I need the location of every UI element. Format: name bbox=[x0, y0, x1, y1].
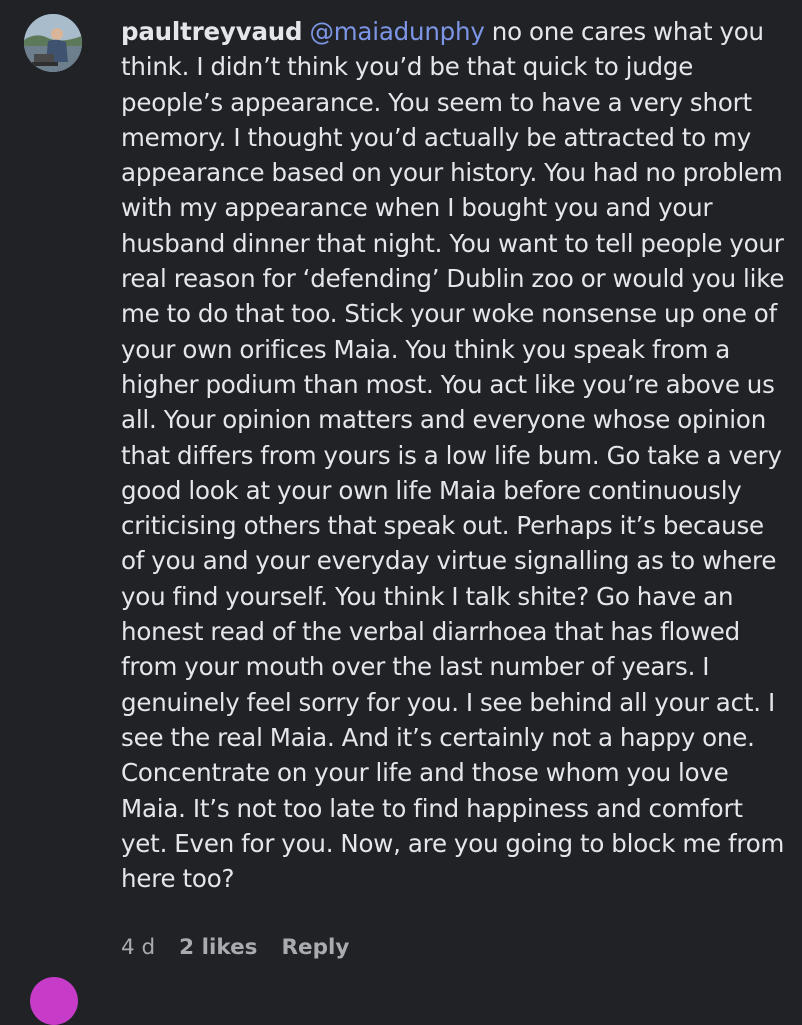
comment-text: no one cares what you think. I didn’t th… bbox=[121, 17, 785, 894]
mention-link[interactable]: @maiadunphy bbox=[309, 17, 484, 46]
comment-actions: 4 d 2 likes Reply bbox=[121, 930, 349, 964]
avatar-photo bbox=[24, 14, 82, 72]
comment-author[interactable]: paultreyvaud bbox=[121, 17, 303, 46]
comment: paultreyvaud @maiadunphy no one cares wh… bbox=[0, 0, 802, 1025]
reply-button[interactable]: Reply bbox=[281, 935, 349, 960]
comment-body: paultreyvaud @maiadunphy no one cares wh… bbox=[121, 14, 791, 896]
comment-timestamp[interactable]: 4 d bbox=[121, 935, 155, 960]
avatar[interactable] bbox=[24, 14, 82, 72]
likes-count[interactable]: 2 likes bbox=[179, 935, 257, 960]
next-comment-avatar[interactable] bbox=[30, 977, 78, 1025]
